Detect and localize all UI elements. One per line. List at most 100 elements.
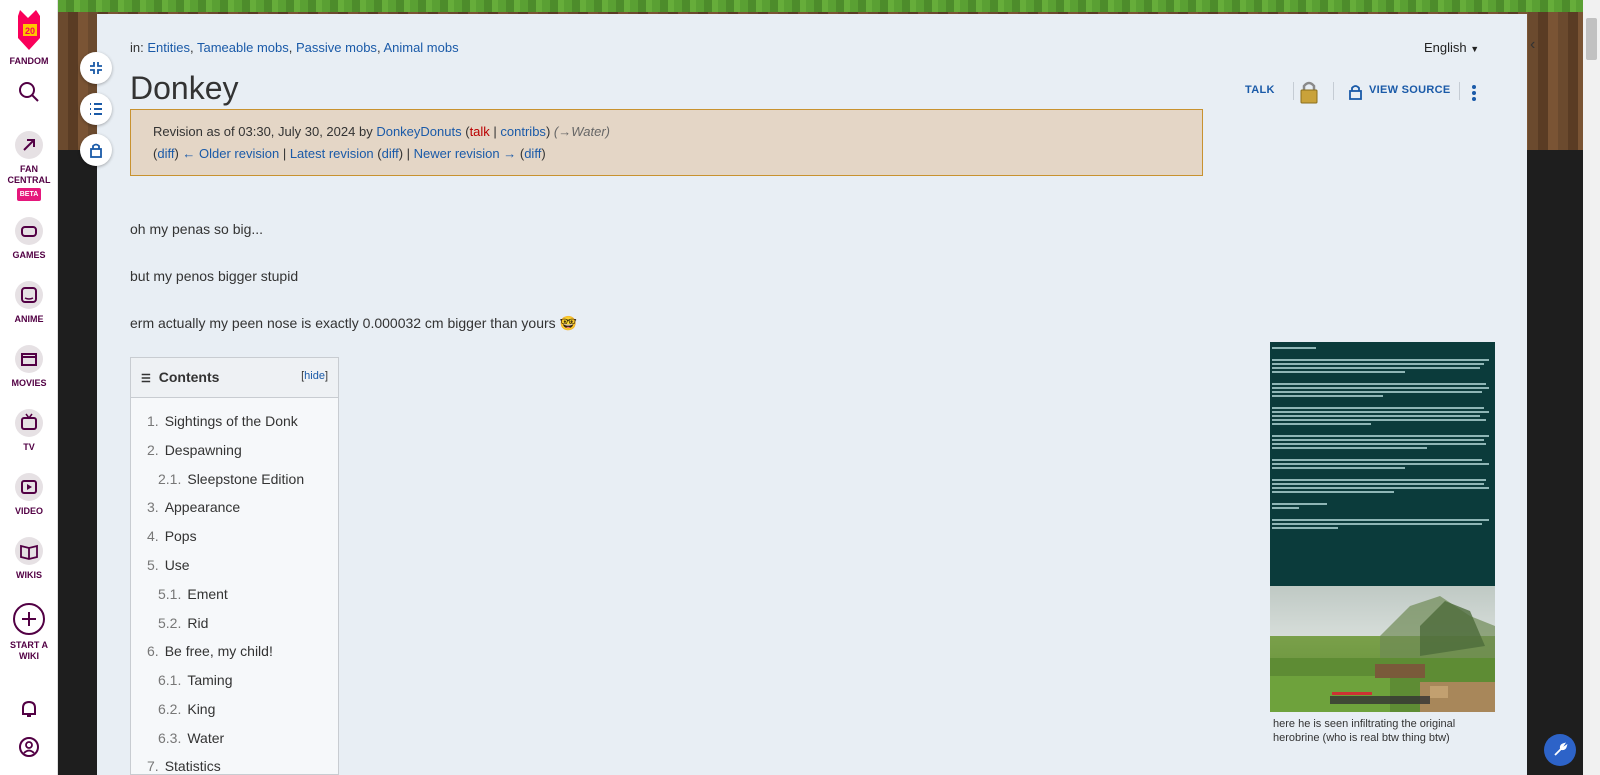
user-account-button[interactable] — [0, 736, 58, 762]
divider — [1459, 82, 1460, 100]
toc-hide-label: hide — [304, 370, 325, 382]
toc-number: 3. — [147, 499, 159, 515]
diff-link[interactable]: diff — [382, 146, 399, 161]
toc-hide-toggle[interactable]: [hide] — [301, 370, 328, 382]
category-link[interactable]: Passive mobs — [296, 40, 377, 55]
table-of-contents: ☰ Contents [hide] 1. Sightings of the Don… — [130, 357, 339, 775]
svg-text:20: 20 — [25, 26, 35, 36]
toc-number: 4. — [147, 528, 159, 544]
toc-number: 6.2. — [158, 701, 182, 717]
view-source-button[interactable]: VIEW SOURCE — [1369, 84, 1451, 96]
toc-item[interactable]: 5.2. Rid — [158, 615, 208, 631]
category-link[interactable]: Tameable mobs — [197, 40, 289, 55]
video-link[interactable]: VIDEO — [0, 472, 58, 517]
lock-rail-button[interactable] — [80, 134, 112, 166]
language-label: English — [1424, 40, 1467, 55]
toc-item[interactable]: 6.1. Taming — [158, 672, 233, 688]
scrollbar-thumb[interactable] — [1586, 18, 1597, 60]
toc-label: Appearance — [164, 499, 241, 515]
toc-label: Use — [164, 557, 190, 573]
toc-number: 2.1. — [158, 471, 182, 487]
chevron-left-icon: ‹ — [1530, 36, 1536, 53]
beta-badge: BETA — [16, 188, 42, 201]
older-revision-link[interactable]: ← Older revision — [182, 146, 279, 161]
tv-icon — [15, 409, 43, 437]
toc-title: Contents — [158, 369, 220, 385]
toc-label: Rid — [187, 615, 209, 631]
toc-list-icon: ☰ — [141, 373, 151, 385]
tv-link[interactable]: TV — [0, 408, 58, 453]
wikis-label: WIKIS — [16, 570, 42, 580]
movies-link[interactable]: MOVIES — [0, 344, 58, 389]
language-selector[interactable]: English ▼ — [1424, 40, 1479, 55]
user-avatar-icon — [19, 737, 39, 757]
toc-item[interactable]: 7. Statistics — [147, 758, 221, 774]
diff-link[interactable]: diff — [157, 146, 174, 161]
wikis-link[interactable]: WIKIS — [0, 536, 58, 581]
anime-face-icon — [15, 281, 43, 309]
revision-notice: Revision as of 03:30, July 30, 2024 by D… — [130, 109, 1203, 176]
fandom-logo[interactable]: 20 FANDOM — [0, 8, 58, 67]
anime-link[interactable]: ANIME — [0, 280, 58, 325]
toc-number: 2. — [147, 442, 159, 458]
search-button[interactable] — [0, 80, 58, 108]
in-label: in: — [130, 40, 144, 55]
toc-item[interactable]: 3. Appearance — [147, 499, 240, 515]
padlock-icon — [1300, 81, 1318, 104]
toc-label: Be free, my child! — [164, 643, 273, 659]
gamepad-icon — [15, 217, 43, 245]
toc-item[interactable]: 4. Pops — [147, 528, 197, 544]
tools-button[interactable] — [1544, 734, 1576, 766]
diff-link[interactable]: diff — [524, 146, 541, 161]
tv-label: TV — [23, 442, 35, 452]
start-a-wiki-label: START A WIKI — [10, 640, 48, 661]
category-link[interactable]: Entities — [147, 40, 190, 55]
toc-item[interactable]: 6.3. Water — [158, 730, 224, 746]
fan-central-label: FAN CENTRAL — [7, 164, 51, 185]
fandom-flame-icon: 20 — [18, 10, 40, 50]
user-talk-link[interactable]: talk — [470, 124, 490, 139]
user-contribs-link[interactable]: contribs — [500, 124, 546, 139]
article-figure: here he is seen infiltrating the origina… — [1270, 342, 1495, 750]
clapperboard-icon — [15, 345, 43, 373]
toc-number: 5.2. — [158, 615, 182, 631]
page-scrollbar[interactable] — [1583, 0, 1600, 775]
search-icon — [19, 82, 39, 102]
toc-item[interactable]: 5.1. Ement — [158, 586, 228, 602]
background-grass-strip — [58, 0, 1600, 12]
toc-item[interactable]: 2.1. Sleepstone Edition — [158, 471, 304, 487]
video-label: VIDEO — [14, 506, 43, 516]
notifications-button[interactable] — [0, 698, 58, 724]
table-of-contents-button[interactable] — [80, 93, 112, 125]
caret-down-icon: ▼ — [1470, 44, 1480, 54]
toc-item[interactable]: 6.2. King — [158, 701, 215, 717]
page-title: Donkey — [130, 70, 239, 106]
content-paragraph: oh my penas so big... — [130, 221, 264, 237]
latest-revision-link[interactable]: Latest revision — [290, 146, 374, 161]
rocket-icon — [15, 131, 43, 159]
category-link[interactable]: Animal mobs — [383, 40, 458, 55]
talk-button[interactable]: TALK — [1245, 84, 1275, 96]
lock-icon — [1349, 85, 1362, 100]
toc-item[interactable]: 6. Be free, my child! — [147, 643, 273, 659]
toc-item[interactable]: 5. Use — [147, 557, 190, 573]
toc-item[interactable]: 1. Sightings of the Donk — [147, 413, 298, 429]
bell-icon — [22, 700, 36, 717]
divider — [1293, 82, 1294, 100]
list-icon — [90, 103, 102, 115]
more-actions-button[interactable] — [1471, 84, 1477, 107]
revision-user-link[interactable]: DonkeyDonuts — [376, 124, 461, 139]
games-link[interactable]: GAMES — [0, 216, 58, 261]
content-paragraph: erm actually my peen nose is exactly 0.0… — [130, 315, 577, 331]
toc-label: Water — [187, 730, 225, 746]
newer-revision-link[interactable]: Newer revision → — [414, 146, 517, 161]
creepypasta-text-screenshot[interactable] — [1270, 342, 1495, 586]
toc-item[interactable]: 2. Despawning — [147, 442, 242, 458]
revision-line-2: (diff) ← Older revision | Latest revisio… — [153, 146, 546, 161]
collapse-rail-button[interactable] — [80, 52, 112, 84]
start-a-wiki-link[interactable]: START A WIKI — [0, 602, 58, 662]
fan-central-link[interactable]: FAN CENTRAL BETA — [0, 130, 58, 201]
toc-number: 6.3. — [158, 730, 182, 746]
collapse-sidebar-button[interactable]: ‹ — [1530, 36, 1535, 54]
minecraft-screenshot[interactable] — [1270, 586, 1495, 712]
